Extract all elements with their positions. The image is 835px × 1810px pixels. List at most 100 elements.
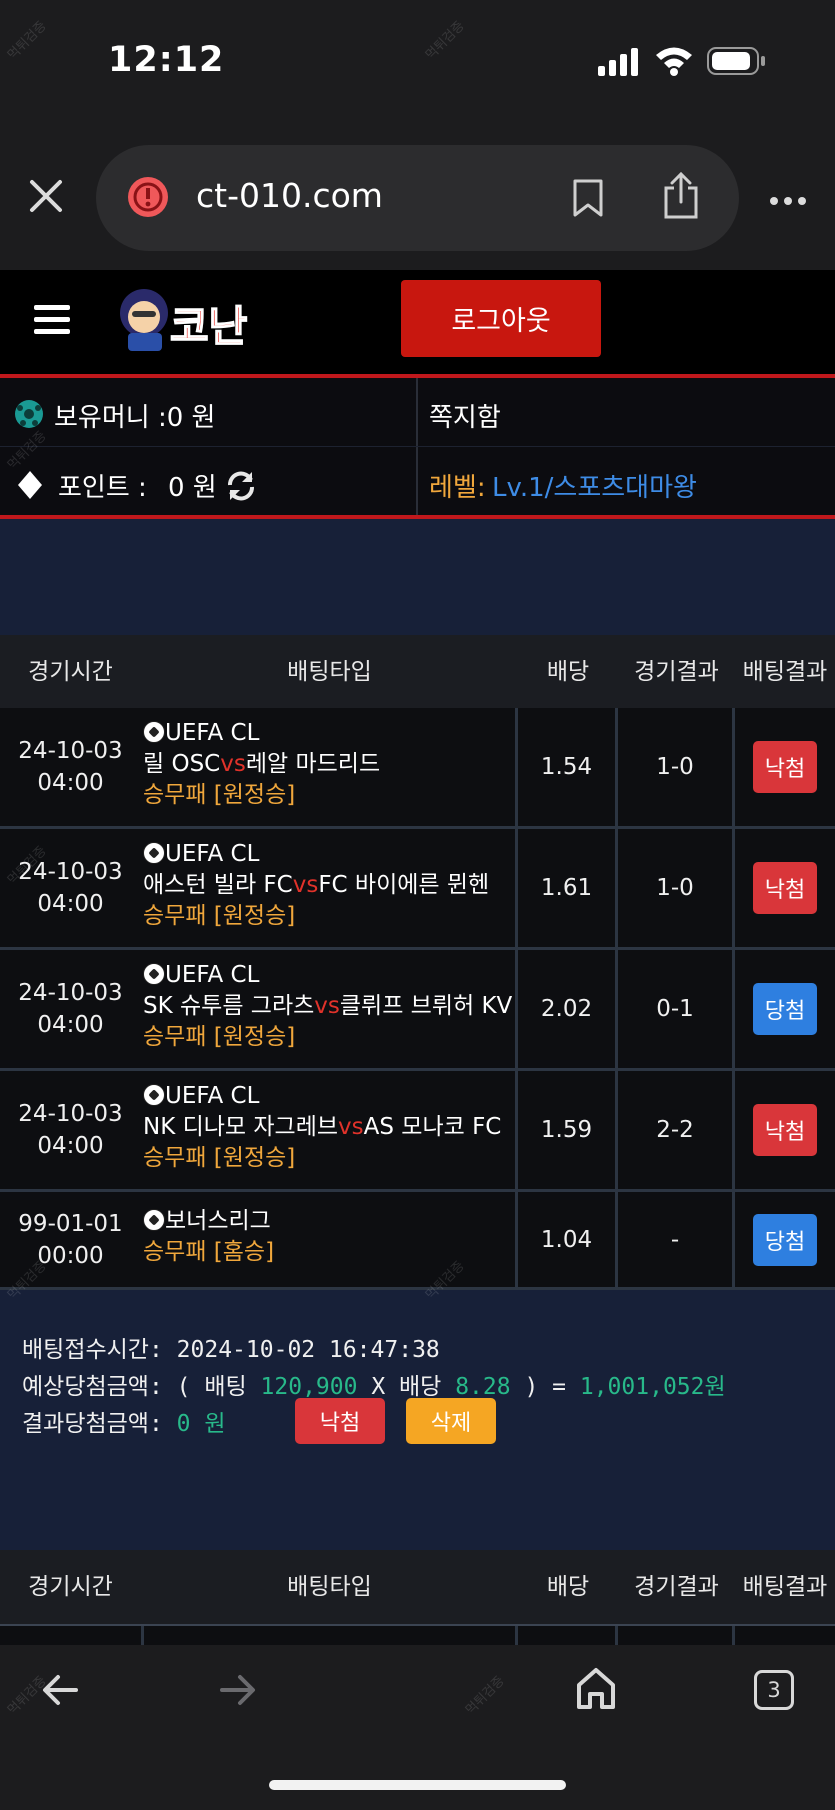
hamburger-menu-icon[interactable] bbox=[34, 305, 70, 335]
soccer-ball-icon bbox=[14, 399, 44, 429]
result-cell: 낙첨 bbox=[735, 1071, 835, 1192]
tabs-button[interactable]: 3 bbox=[754, 1670, 794, 1710]
money-label: 보유머니 :0 원 bbox=[54, 403, 216, 433]
security-warning-icon[interactable] bbox=[126, 175, 170, 219]
back-arrow-icon[interactable] bbox=[40, 1672, 80, 1708]
league-name: 보너스리그 bbox=[165, 1208, 271, 1234]
share-icon[interactable] bbox=[662, 171, 700, 220]
soccer-ball-icon bbox=[143, 1209, 165, 1231]
bet-pick: 승무패 [원정승] bbox=[143, 1145, 296, 1171]
league-name: UEFA CL bbox=[165, 962, 260, 988]
teams-line: NK 디나모 자그레브vsAS 모나코 FC bbox=[143, 1112, 515, 1143]
result-win-line: 결과당첨금액: 0 원 bbox=[22, 1404, 226, 1438]
level-label: 레벨: bbox=[429, 473, 486, 503]
home-indicator bbox=[269, 1780, 566, 1790]
header-bet-result: 배팅결과 bbox=[742, 1574, 828, 1600]
vs-label: vs bbox=[292, 872, 319, 898]
logo-text: 코난 bbox=[170, 302, 247, 351]
result-badge[interactable]: 당첨 bbox=[753, 983, 817, 1035]
logout-button[interactable]: 로그아웃 bbox=[401, 280, 601, 357]
bookmark-icon[interactable] bbox=[572, 178, 604, 218]
away-team: 클뤼프 브뤼허 KV bbox=[339, 993, 513, 1019]
away-team: AS 모나코 FC bbox=[363, 1114, 502, 1140]
result-cell: 낙첨 bbox=[735, 829, 835, 950]
match-date: 24-10-03 bbox=[18, 1101, 123, 1127]
league-name: UEFA CL bbox=[165, 841, 260, 867]
home-team: SK 슈투름 그라츠 bbox=[143, 993, 315, 1019]
forward-arrow-icon[interactable] bbox=[218, 1672, 258, 1708]
league-line: UEFA CL bbox=[143, 1081, 515, 1112]
bet-pick: 승무패 [원정승] bbox=[143, 1024, 296, 1050]
site-logo[interactable]: 코난 bbox=[110, 275, 270, 355]
bet-type-cell: UEFA CL 릴 OSCvs레알 마드리드 승무패 [원정승] bbox=[141, 708, 518, 829]
accepted-time-label: 배팅접수시간: bbox=[22, 1337, 163, 1363]
score-cell: 0-1 bbox=[618, 950, 735, 1071]
away-team: 레알 마드리드 bbox=[245, 751, 381, 777]
result-cell: 당첨 bbox=[735, 1192, 835, 1290]
content-background bbox=[0, 519, 835, 635]
url-text[interactable]: ct-010.com bbox=[196, 176, 383, 215]
x-odds-label: X 배당 bbox=[371, 1374, 442, 1400]
result-badge[interactable]: 당첨 bbox=[753, 1213, 817, 1266]
away-team: FC 바이에른 뮌헨 bbox=[318, 872, 490, 898]
header-match-time: 경기시간 bbox=[28, 1574, 113, 1600]
bet-type-cell: UEFA CL NK 디나모 자그레브vsAS 모나코 FC 승무패 [원정승] bbox=[141, 1071, 518, 1192]
bet-pick: 승무패 [원정승] bbox=[143, 782, 296, 808]
bet-row: 24-10-03 04:00 UEFA CL NK 디나모 자그레브vsAS 모나코 … bbox=[0, 1071, 835, 1192]
score-cell: 1-0 bbox=[618, 708, 735, 829]
accepted-time-line: 배팅접수시간: 2024-10-02 16:47:38 bbox=[22, 1330, 440, 1364]
message-box-link[interactable]: 쪽지함 bbox=[429, 397, 501, 434]
match-time: 04:00 bbox=[37, 1012, 104, 1038]
equals-label: ) = bbox=[524, 1374, 566, 1400]
league-line: 보너스리그 bbox=[143, 1206, 515, 1237]
teams-line: 애스턴 빌라 FCvsFC 바이에른 뮌헨 bbox=[143, 870, 515, 901]
diamond-icon bbox=[18, 471, 42, 499]
next-table-row-partial bbox=[0, 1626, 835, 1645]
result-cell: 낙첨 bbox=[735, 708, 835, 829]
points-label: 포인트 : bbox=[58, 473, 147, 503]
bet-row: 24-10-03 04:00 UEFA CL SK 슈투름 그라츠vs클뤼프 브뤼허 … bbox=[0, 950, 835, 1071]
league-name: UEFA CL bbox=[165, 1083, 260, 1109]
match-time-cell: 24-10-03 04:00 bbox=[0, 950, 144, 1071]
info-row-divider bbox=[0, 446, 835, 447]
expected-label: 예상당첨금액: ( 배팅 bbox=[22, 1374, 247, 1400]
result-badge[interactable]: 낙첨 bbox=[753, 862, 817, 914]
soccer-ball-icon bbox=[143, 1084, 165, 1106]
bet-type-cell: UEFA CL SK 슈투름 그라츠vs클뤼프 브뤼허 KV 승무패 [원정승] bbox=[141, 950, 518, 1071]
bet-table-header: 경기시간 배팅타입 배당 경기결과 배팅결과 bbox=[0, 635, 835, 711]
home-icon[interactable] bbox=[575, 1666, 617, 1710]
wifi-icon bbox=[654, 44, 694, 76]
header-odds: 배당 bbox=[546, 1574, 590, 1600]
match-time: 04:00 bbox=[37, 891, 104, 917]
header-match-result: 경기결과 bbox=[634, 659, 719, 685]
odds-cell: 2.02 bbox=[518, 950, 618, 1071]
close-tab-icon[interactable] bbox=[28, 178, 64, 214]
vs-label: vs bbox=[314, 993, 340, 1019]
result-cell: 당첨 bbox=[735, 950, 835, 1071]
soccer-ball-icon bbox=[143, 721, 165, 743]
match-time-cell: 24-10-03 04:00 bbox=[0, 708, 144, 829]
odds-cell: 1.54 bbox=[518, 708, 618, 829]
points-value: 0 원 bbox=[168, 473, 217, 503]
refresh-icon[interactable] bbox=[224, 469, 258, 503]
expected-win-line: 예상당첨금액: ( 배팅 120,900 X 배당 8.28 ) = 1,001… bbox=[22, 1367, 726, 1401]
more-options-icon[interactable] bbox=[768, 192, 808, 205]
address-bar[interactable] bbox=[96, 145, 739, 251]
score-cell: 2-2 bbox=[618, 1071, 735, 1192]
header-match-time: 경기시간 bbox=[28, 659, 113, 685]
match-date: 24-10-03 bbox=[18, 980, 123, 1006]
home-team: 릴 OSC bbox=[143, 751, 221, 777]
lose-button[interactable]: 낙첨 bbox=[295, 1398, 385, 1444]
expected-win-value: 1,001,052원 bbox=[579, 1374, 726, 1400]
match-date: 99-01-01 bbox=[18, 1210, 123, 1237]
soccer-ball-icon bbox=[143, 842, 165, 864]
stake-value: 120,900 bbox=[260, 1374, 358, 1400]
result-badge[interactable]: 낙첨 bbox=[753, 741, 817, 793]
total-odds-value: 8.28 bbox=[455, 1374, 511, 1400]
delete-button[interactable]: 삭제 bbox=[406, 1398, 496, 1444]
result-win-value: 0 원 bbox=[176, 1411, 226, 1437]
home-team: NK 디나모 자그레브 bbox=[143, 1114, 339, 1140]
bet-pick: 승무패 [원정승] bbox=[143, 903, 296, 929]
odds-cell: 1.59 bbox=[518, 1071, 618, 1192]
result-badge[interactable]: 낙첨 bbox=[753, 1104, 817, 1156]
